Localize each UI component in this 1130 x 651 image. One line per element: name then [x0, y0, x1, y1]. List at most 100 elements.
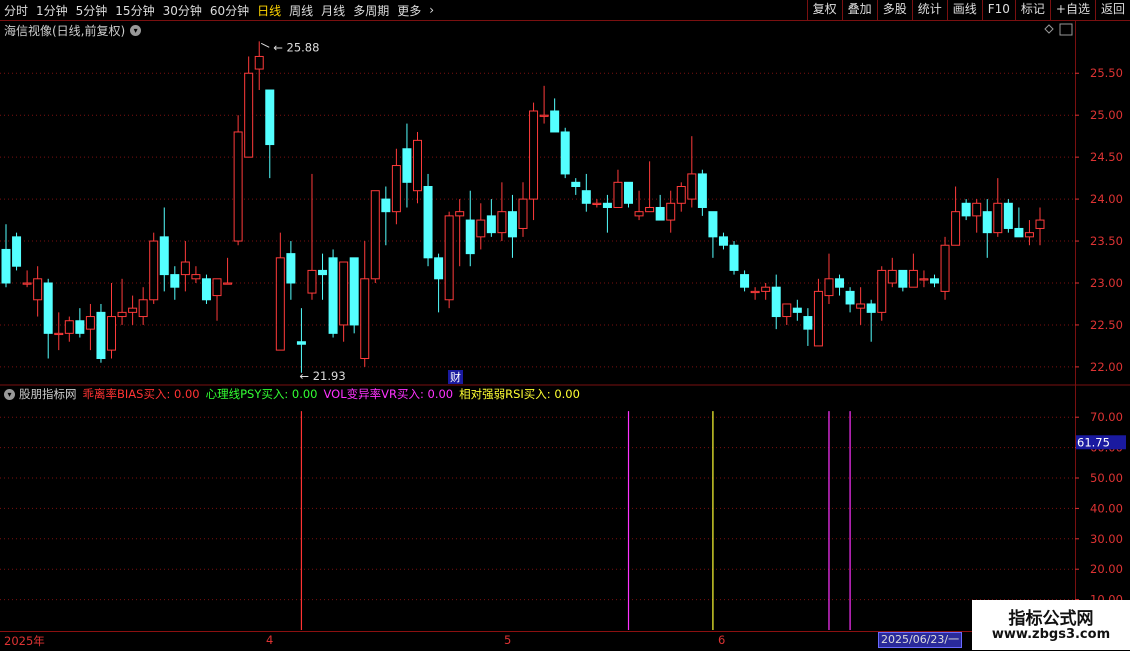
candle-body [581, 190, 591, 204]
candle-body [845, 290, 855, 305]
candle-body [602, 202, 612, 208]
candle-body [645, 206, 655, 213]
candle-body [423, 186, 433, 259]
watermark-title: 指标公式网 [1008, 609, 1094, 629]
low-price-label: ← 21.93 [299, 369, 345, 383]
candle-body [64, 320, 74, 334]
candle-body [223, 282, 233, 285]
candle-body [275, 257, 285, 351]
candle-body [244, 72, 254, 158]
high-marker-arrow [261, 42, 270, 48]
indicator-tick-label: 50.00 [1090, 471, 1123, 485]
indicator-tick-label: 30.00 [1090, 532, 1123, 546]
candle-body [1024, 232, 1034, 238]
price-tick-label: 23.00 [1090, 276, 1123, 290]
candle-body [560, 131, 570, 175]
candle-body [402, 148, 412, 183]
candle-body [613, 181, 623, 208]
candle-body [919, 278, 929, 281]
candle-body [296, 341, 306, 345]
candle-body [12, 236, 22, 267]
candle-body [201, 278, 211, 301]
candle-body [22, 282, 32, 285]
candle-body [550, 110, 560, 133]
candle-body [792, 307, 802, 313]
candle-body [1035, 219, 1045, 229]
candle-body [877, 269, 887, 313]
candle-body [687, 173, 697, 200]
candle-body [529, 110, 539, 200]
candle-body [107, 316, 117, 351]
high-price-label: ← 25.88 [273, 40, 319, 54]
candle-body [455, 211, 465, 217]
current-value-label: 61.75 [1077, 435, 1110, 449]
candle-body [507, 211, 517, 238]
date-label-apr: 4 [266, 633, 274, 647]
candle-body [729, 244, 739, 271]
candle-body [212, 278, 222, 297]
chevron-down-icon[interactable]: ▾ [4, 388, 15, 400]
candle-body [908, 269, 918, 288]
candle-body [666, 202, 676, 221]
candle-body [54, 332, 64, 336]
candle-body [835, 278, 845, 288]
indicator-name: 股朋指标网 [19, 387, 77, 401]
candle-body [33, 278, 43, 301]
candle-body [708, 211, 718, 238]
price-tick-label: 22.00 [1090, 360, 1123, 374]
candle-body [370, 190, 380, 280]
candle-body [518, 198, 528, 229]
candle-body [539, 114, 549, 117]
indicator-legend: ▾ 股朋指标网 乖离率BIAS买入: 0.00 心理线PSY买入: 0.00 VOL… [4, 387, 586, 401]
candle-body [180, 261, 190, 276]
candle-body [887, 269, 897, 284]
candle-body [465, 219, 475, 255]
candle-body [866, 303, 876, 313]
candle-body [444, 215, 454, 301]
date-label-may: 5 [504, 633, 512, 647]
candle-body [85, 316, 95, 330]
indicator-tick-label: 20.00 [1090, 562, 1123, 576]
candle-body [339, 261, 349, 326]
candle-body [476, 219, 486, 238]
candle-body [96, 311, 106, 360]
candle-body [782, 303, 792, 318]
candle-body [434, 257, 444, 280]
candle-body [149, 240, 159, 301]
candle-body [307, 269, 317, 294]
price-tick-label: 25.50 [1090, 66, 1123, 80]
candle-body [655, 206, 665, 221]
candle-body [1003, 202, 1013, 229]
price-tick-label: 24.00 [1090, 192, 1123, 206]
candle-body [159, 236, 169, 276]
price-tick-label: 22.50 [1090, 318, 1123, 332]
candlestick-chart[interactable]: 25.50 25.00 24.50 24.00 23.50 23.00 22.50 22.00… [0, 0, 1130, 650]
candle-body [634, 211, 644, 217]
candle-body [360, 278, 370, 360]
cursor-date: 2025/06/23/一 [878, 632, 962, 648]
candle-body [750, 290, 760, 294]
candle-body [676, 186, 686, 204]
candle-body [328, 257, 338, 334]
candle-body [75, 320, 85, 334]
candle-body [740, 274, 750, 288]
candle-body [265, 89, 275, 146]
candle-body [497, 211, 507, 234]
candle-body [718, 236, 728, 246]
price-tick-label: 25.00 [1090, 108, 1123, 122]
candle-body [381, 198, 391, 213]
candle-body [761, 286, 771, 292]
watermark-url: www.zbgs3.com [991, 627, 1111, 642]
candle-body [233, 131, 243, 242]
indicator-item-2: VOL变异率VR买入: 0.00 [323, 387, 454, 401]
candle-body [982, 211, 992, 234]
indicator-tick-label: 40.00 [1090, 501, 1123, 515]
indicator-item-1: 心理线PSY买入: 0.00 [205, 387, 318, 401]
candle-body [412, 139, 422, 192]
candle-body [43, 282, 53, 334]
candle-body [349, 257, 359, 326]
candle-body [592, 202, 602, 205]
candle-body [170, 274, 180, 288]
diamond-icon [1044, 24, 1054, 34]
candle-body [318, 269, 328, 276]
